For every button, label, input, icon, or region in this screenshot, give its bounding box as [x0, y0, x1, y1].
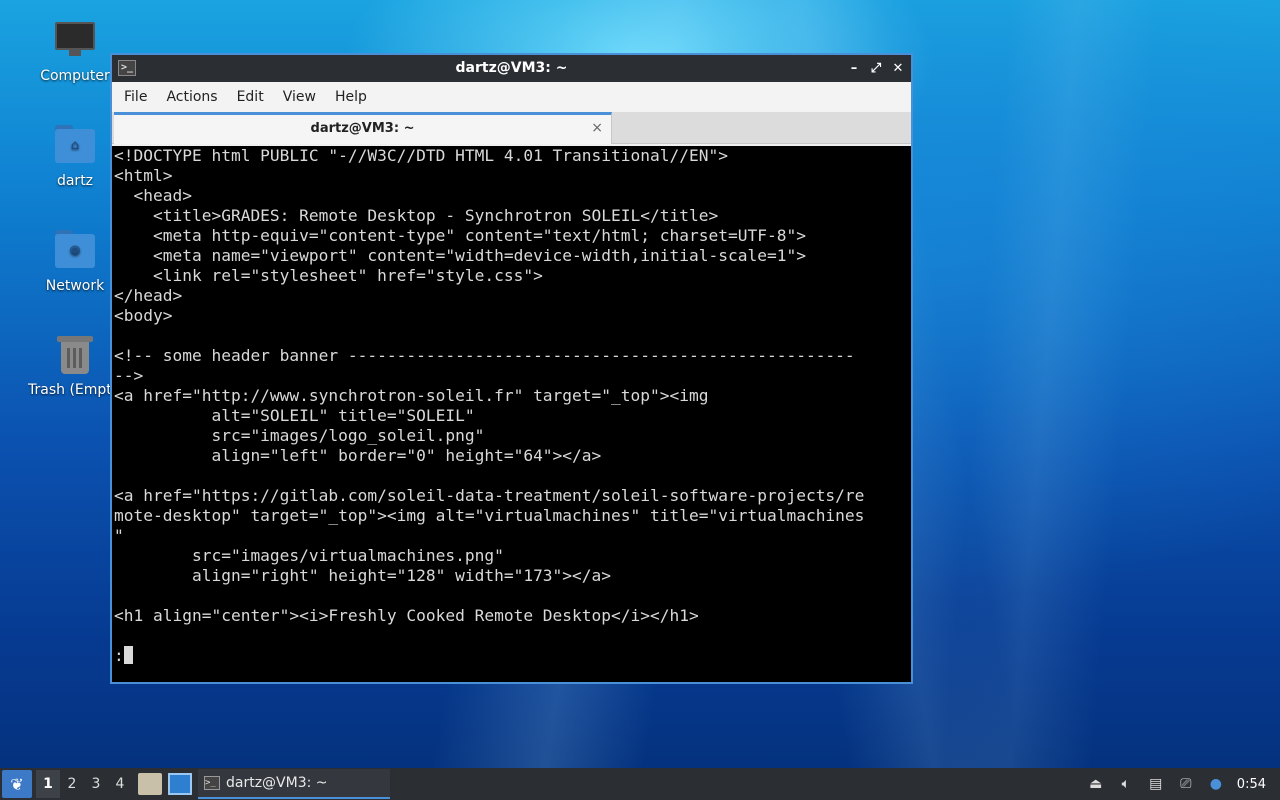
terminal-line: <a href="http://www.synchrotron-soleil.f…: [114, 386, 709, 405]
close-button[interactable]: ✕: [889, 55, 907, 82]
task-label: dartz@VM3: ~: [226, 775, 328, 791]
eject-icon[interactable]: ⏏: [1087, 775, 1105, 793]
show-desktop-icon[interactable]: [168, 773, 192, 795]
notification-icon[interactable]: ●: [1207, 775, 1225, 793]
workspace-1[interactable]: 1: [36, 770, 60, 798]
terminal-line: <link rel="stylesheet" href="style.css">: [114, 266, 543, 285]
file-manager-icon[interactable]: [138, 773, 162, 795]
taskbar: ❦ 1 2 3 4 >_ dartz@VM3: ~ ⏏ 🔈︎ ▤ ⎚ ● 0:5…: [0, 768, 1280, 800]
terminal-line: <a href="https://gitlab.com/soleil-data-…: [114, 486, 865, 505]
terminal-icon: >_: [204, 776, 220, 790]
computer-icon: [53, 18, 97, 62]
terminal-line: <html>: [114, 166, 173, 185]
menu-bar: File Actions Edit View Help: [112, 82, 911, 112]
menu-actions[interactable]: Actions: [158, 89, 228, 105]
network-folder-icon: ◉: [53, 228, 97, 272]
tab-close-icon[interactable]: ×: [591, 115, 603, 142]
clipboard-icon[interactable]: ▤: [1147, 775, 1165, 793]
terminal-window[interactable]: >_ dartz@VM3: ~ – ⤢ ✕ File Actions Edit …: [110, 53, 913, 684]
terminal-line: src="images/virtualmachines.png": [114, 546, 504, 565]
menu-view[interactable]: View: [275, 89, 327, 105]
terminal-line: <h1 align="center"><i>Freshly Cooked Rem…: [114, 606, 699, 625]
tab-bar: dartz@VM3: ~ ×: [112, 112, 911, 144]
workspace-3[interactable]: 3: [84, 770, 108, 798]
menu-help[interactable]: Help: [327, 89, 378, 105]
terminal-line: align="left" border="0" height="64"></a>: [114, 446, 602, 465]
minimize-button[interactable]: –: [845, 55, 863, 82]
terminal-line: </head>: [114, 286, 183, 305]
workspace-4[interactable]: 4: [108, 770, 132, 798]
terminal-line: <head>: [114, 186, 192, 205]
home-folder-icon: ⌂: [53, 123, 97, 167]
terminal-cursor: [123, 646, 133, 664]
terminal-line: alt="SOLEIL" title="SOLEIL": [114, 406, 475, 425]
menu-file[interactable]: File: [116, 89, 158, 105]
app-menu-icon[interactable]: ❦: [2, 770, 32, 798]
workspace-2[interactable]: 2: [60, 770, 84, 798]
maximize-button[interactable]: ⤢: [867, 55, 885, 82]
terminal-line: <meta http-equiv="content-type" content=…: [114, 226, 806, 245]
terminal-output[interactable]: <!DOCTYPE html PUBLIC "-//W3C//DTD HTML …: [112, 146, 911, 682]
terminal-line: <meta name="viewport" content="width=dev…: [114, 246, 806, 265]
desktop-icon-trash[interactable]: Trash (Empt: [28, 332, 114, 398]
terminal-tab[interactable]: dartz@VM3: ~ ×: [114, 112, 612, 144]
tab-label: dartz@VM3: ~: [310, 121, 415, 136]
terminal-line: <!DOCTYPE html PUBLIC "-//W3C//DTD HTML …: [114, 146, 728, 165]
volume-icon[interactable]: 🔈︎: [1117, 775, 1135, 793]
trash-icon: [53, 332, 97, 376]
system-tray: ⏏ 🔈︎ ▤ ⎚ ● 0:54: [1081, 768, 1280, 800]
clock[interactable]: 0:54: [1237, 777, 1266, 792]
terminal-line: ": [114, 526, 124, 545]
network-icon[interactable]: ⎚: [1177, 775, 1195, 793]
terminal-icon[interactable]: >_: [118, 60, 136, 76]
desktop-icon-label: Trash (Empt: [28, 382, 112, 398]
terminal-line: :: [114, 646, 911, 666]
terminal-line: <!-- some header banner ----------------…: [114, 346, 855, 365]
terminal-line: <title>GRADES: Remote Desktop - Synchrot…: [114, 206, 719, 225]
terminal-line: mote-desktop" target="_top"><img alt="vi…: [114, 506, 865, 525]
terminal-line: align="right" height="128" width="173"><…: [114, 566, 612, 585]
terminal-line: -->: [114, 366, 144, 385]
menu-edit[interactable]: Edit: [229, 89, 275, 105]
terminal-line: src="images/logo_soleil.png": [114, 426, 485, 445]
window-title: dartz@VM3: ~: [455, 60, 568, 76]
window-titlebar[interactable]: >_ dartz@VM3: ~ – ⤢ ✕: [112, 55, 911, 82]
taskbar-task-terminal[interactable]: >_ dartz@VM3: ~: [198, 769, 390, 799]
terminal-line: <body>: [114, 306, 173, 325]
